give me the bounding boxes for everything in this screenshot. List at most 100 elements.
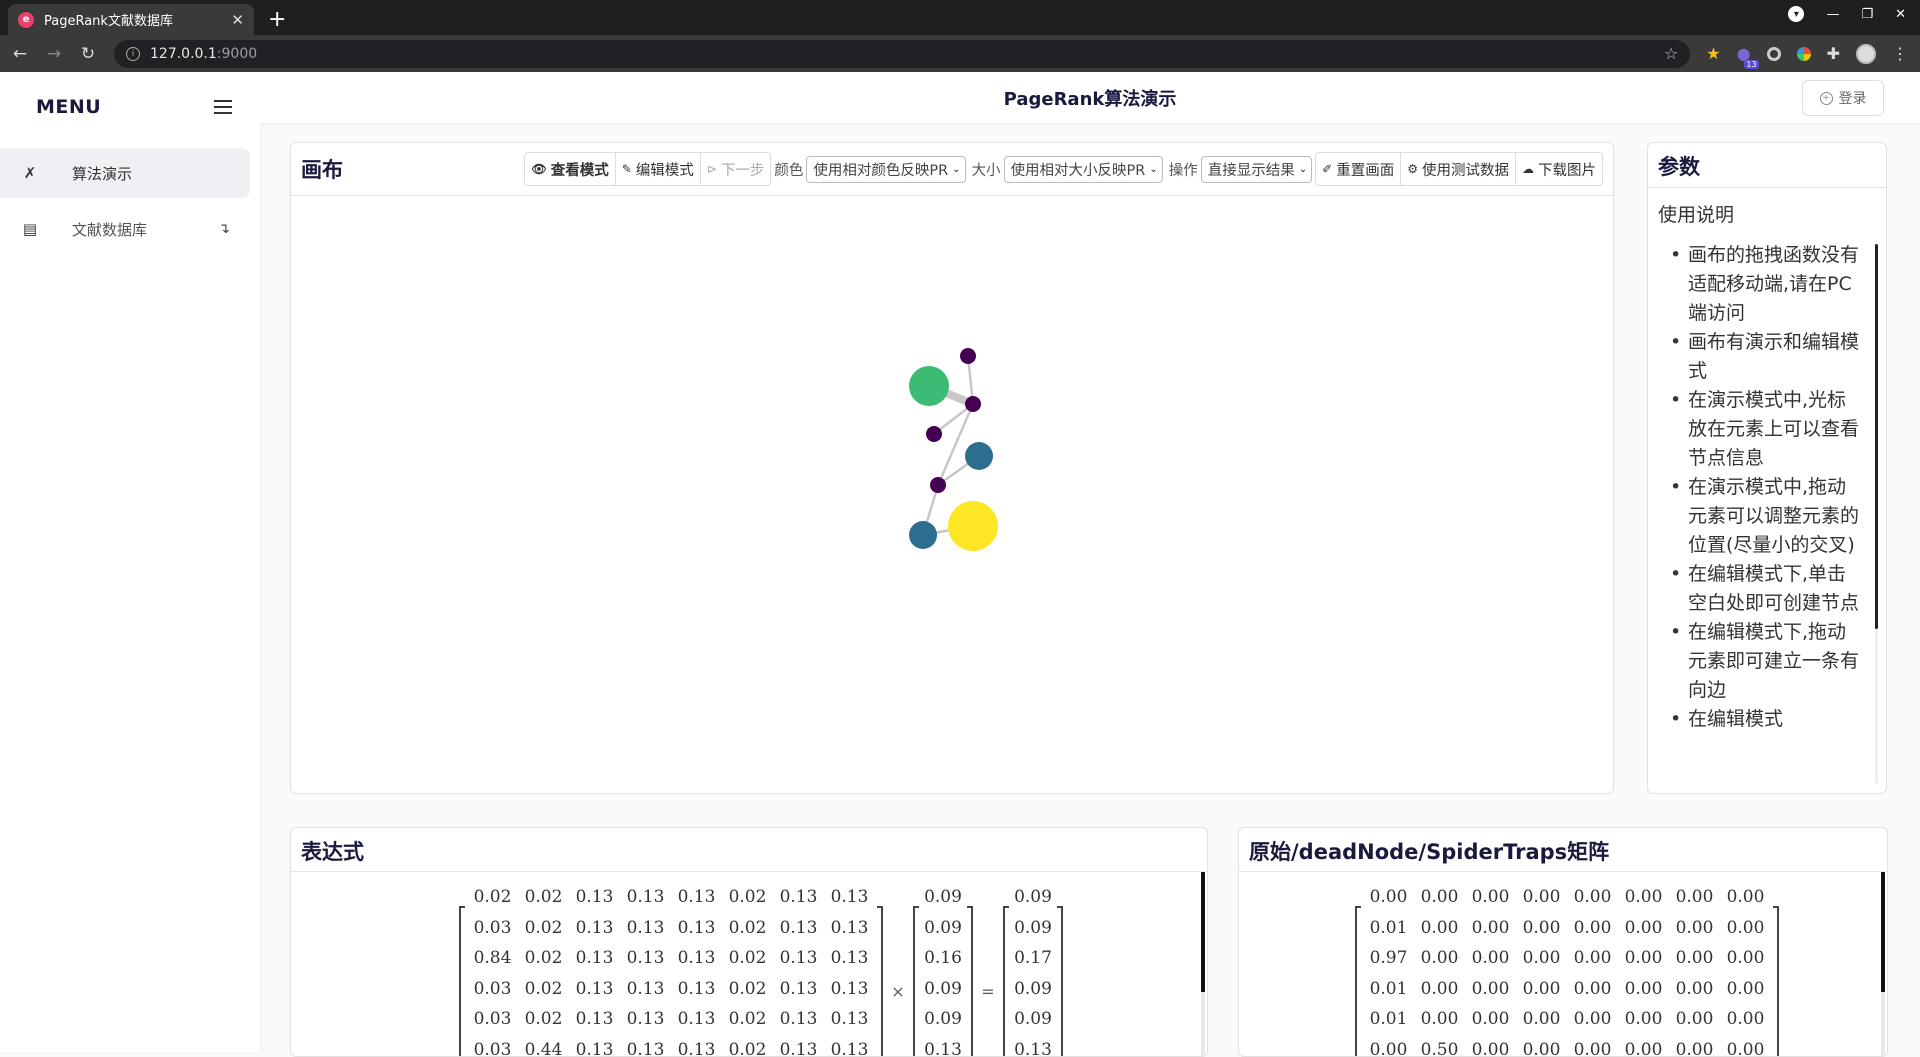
restore-icon[interactable]: ❐ [1861, 7, 1873, 22]
reload-icon[interactable]: ↻ [80, 44, 96, 64]
canvas-panel: 画布 👁查看模式 ✎编辑模式 ⊳下一步 颜色 使用相对颜色反映PR⌄ 大小 使用… [290, 142, 1614, 794]
matrix-cell: 0.00 [1363, 882, 1414, 913]
redraw-label: 重置画面 [1336, 159, 1394, 180]
color-extension-icon[interactable] [1797, 47, 1811, 61]
matrix-column: 0.020.020.020.020.020.44 [518, 882, 569, 1057]
usage-instructions[interactable]: 使用说明 画布的拖拽函数没有适配移动端,请在PC端访问画布有演示和编辑模式在演示… [1648, 188, 1886, 793]
expression-body[interactable]: 0.020.030.840.030.030.030.020.020.020.02… [291, 872, 1207, 1057]
use-test-data-label: 使用测试数据 [1422, 159, 1509, 180]
matrix-column: 0.000.000.000.000.000.00 [1567, 882, 1618, 1057]
login-button[interactable]: + 登录 [1802, 80, 1884, 116]
graph-node[interactable] [926, 426, 942, 442]
matrix-cell: 0.13 [569, 943, 620, 974]
matrix-cell: 0.13 [620, 882, 671, 913]
color-label: 颜色 [771, 159, 806, 180]
browser-tab-strip: e PageRank文献数据库 ✕ + ▾ — ❐ ✕ [0, 0, 1920, 35]
matrix-cell: 0.02 [518, 882, 569, 913]
matrix-cell: 0.00 [1567, 882, 1618, 913]
matrix-cell: 0.02 [467, 882, 518, 913]
sidebar-item-literature-db[interactable]: ▤ 文献数据库 ↴ [0, 204, 250, 254]
matrix-cell: 0.03 [467, 913, 518, 944]
matrix-cell: 0.00 [1618, 974, 1669, 1005]
matrix-cell: 0.02 [518, 943, 569, 974]
new-tab-icon[interactable]: + [268, 7, 286, 32]
scrollbar-thumb[interactable] [1875, 244, 1878, 629]
raw-matrix-equation: 0.000.010.970.010.010.000.000.000.000.00… [1355, 882, 1779, 1057]
media-control-icon[interactable]: ▾ [1788, 6, 1804, 22]
close-icon[interactable]: ✕ [231, 11, 244, 29]
puzzle-extensions-icon[interactable]: ✚ [1827, 44, 1840, 63]
matrix-cell: 0.00 [1465, 882, 1516, 913]
params-header: 参数 [1648, 143, 1886, 188]
chevron-down-icon: ⌄ [1149, 164, 1157, 175]
matrix-cell: 0.03 [467, 1004, 518, 1035]
back-arrow-icon[interactable]: ← [12, 44, 28, 64]
scrollbar-thumb[interactable] [1201, 872, 1205, 992]
matrix-cell: 0.02 [518, 1004, 569, 1035]
graph-canvas[interactable] [291, 196, 1613, 794]
info-icon[interactable]: i [126, 47, 140, 61]
address-bar[interactable]: i 127.0.0.1:9000 ☆ [114, 40, 1690, 68]
matrix-cell: 0.00 [1516, 913, 1567, 944]
step-forward-icon: ⊳ [707, 162, 717, 176]
matrix-cell: 0.02 [722, 974, 773, 1005]
edit-mode-button[interactable]: ✎编辑模式 [616, 152, 701, 186]
next-step-label: 下一步 [721, 159, 765, 180]
matrix-cell: 0.00 [1618, 1035, 1669, 1057]
use-test-data-button[interactable]: ⚙使用测试数据 [1401, 152, 1516, 186]
bracket-left [1003, 906, 1009, 1057]
canvas-title: 画布 [301, 154, 524, 184]
matrix-cell: 0.01 [1363, 974, 1414, 1005]
matrix-cell: 0.00 [1567, 974, 1618, 1005]
sidebar-item-algorithm-demo[interactable]: ✗ 算法演示 [0, 148, 250, 198]
size-select[interactable]: 使用相对大小反映PR⌄ [1004, 156, 1163, 183]
matrix-cell: 0.00 [1465, 1004, 1516, 1035]
ring-extension-icon[interactable] [1767, 47, 1781, 61]
hamburger-icon[interactable] [214, 100, 232, 114]
matrix-cell: 0.00 [1414, 1004, 1465, 1035]
usage-item: 在编辑模式 [1688, 705, 1864, 734]
graph-node[interactable] [909, 521, 937, 549]
forward-arrow-icon[interactable]: → [46, 44, 62, 64]
sidebar-header: MENU [0, 72, 260, 142]
raw-matrix-title: 原始/deadNode/SpiderTraps矩阵 [1249, 840, 1609, 864]
operation-select[interactable]: 直接显示结果⌄ [1201, 156, 1312, 183]
graph-node[interactable] [965, 396, 981, 412]
graph-node[interactable] [930, 477, 946, 493]
login-icon: + [1820, 92, 1833, 105]
graph-svg[interactable] [291, 196, 1613, 794]
matrix-cell: 0.00 [1720, 1004, 1771, 1035]
redraw-button[interactable]: ✐重置画面 [1315, 152, 1401, 186]
bracket-left [1355, 906, 1361, 1057]
download-image-button[interactable]: ☁下载图片 [1516, 152, 1603, 186]
matrix-cell: 0.00 [1465, 974, 1516, 1005]
graph-node[interactable] [965, 442, 993, 470]
eye-icon: 👁 [531, 162, 546, 176]
extension-badge-icon[interactable]: ●13 [1737, 44, 1751, 63]
submenu-arrow-icon[interactable]: ↴ [218, 221, 230, 237]
matrix-cell: 0.13 [824, 882, 875, 913]
minimize-icon[interactable]: — [1826, 7, 1839, 22]
chevron-down-icon: ⌄ [1299, 164, 1307, 175]
view-mode-button[interactable]: 👁查看模式 [524, 152, 615, 186]
profile-avatar-icon[interactable] [1856, 44, 1876, 64]
menu-title: MENU [36, 96, 101, 118]
extension-badge-count: 13 [1744, 60, 1758, 69]
matrix-cell: 0.09 [1011, 1004, 1055, 1035]
next-step-button[interactable]: ⊳ 下一步 [701, 152, 772, 186]
matrix-cell: 0.00 [1465, 943, 1516, 974]
close-window-icon[interactable]: ✕ [1895, 7, 1906, 22]
scrollbar-thumb[interactable] [1881, 872, 1885, 992]
kebab-menu-icon[interactable]: ⋮ [1892, 44, 1908, 63]
matrix-cell: 0.13 [620, 974, 671, 1005]
bookmark-star-icon[interactable]: ☆ [1664, 44, 1678, 63]
matrix-cell: 0.13 [773, 882, 824, 913]
matrix-column: 0.000.000.000.000.000.00 [1465, 882, 1516, 1057]
color-select[interactable]: 使用相对颜色反映PR⌄ [806, 156, 965, 183]
graph-node[interactable] [909, 366, 949, 406]
graph-node[interactable] [948, 501, 998, 551]
graph-node[interactable] [960, 348, 976, 364]
browser-tab[interactable]: e PageRank文献数据库 ✕ [8, 4, 254, 35]
bookmark-extension-icon[interactable]: ★ [1706, 44, 1720, 63]
raw-matrix-body[interactable]: 0.000.010.970.010.010.000.000.000.000.00… [1239, 872, 1887, 1057]
